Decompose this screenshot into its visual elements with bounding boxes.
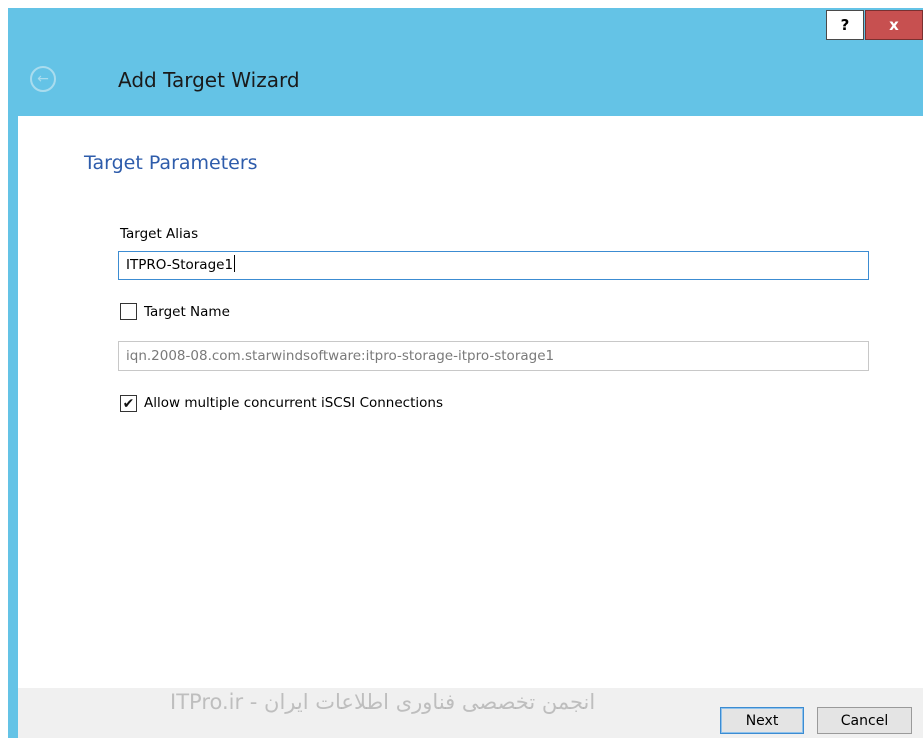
target-name-checkbox-label[interactable]: Target Name [144, 304, 230, 320]
cancel-button[interactable]: Cancel [817, 707, 912, 734]
help-button[interactable]: ? [826, 10, 864, 40]
next-button[interactable]: Next [720, 707, 804, 734]
page-heading: Target Parameters [84, 152, 258, 174]
target-name-input: iqn.2008-08.com.starwindsoftware:itpro-s… [118, 341, 869, 371]
concurrent-connections-label[interactable]: Allow multiple concurrent iSCSI Connecti… [144, 395, 443, 411]
back-arrow-icon: ← [37, 71, 49, 87]
wizard-header: ? x ← Add Target Wizard [8, 8, 923, 116]
wizard-window: ? x ← Add Target Wizard Target Parameter… [8, 8, 923, 738]
target-name-checkbox[interactable] [120, 303, 137, 320]
window-left-border [8, 8, 18, 738]
screen: ? x ← Add Target Wizard Target Parameter… [0, 0, 923, 738]
target-alias-input[interactable]: ITPRO-Storage1 [118, 251, 869, 280]
text-caret [234, 255, 236, 272]
back-button[interactable]: ← [30, 66, 56, 92]
target-alias-value: ITPRO-Storage1 [126, 257, 234, 273]
wizard-title: Add Target Wizard [118, 68, 300, 92]
target-alias-label: Target Alias [120, 226, 199, 242]
watermark-text: ITPro.ir - انجمن تخصصی فناوری اطلاعات ای… [170, 690, 596, 714]
checkmark-icon: ✔ [122, 395, 135, 412]
close-button[interactable]: x [865, 10, 923, 40]
concurrent-connections-checkbox[interactable]: ✔ [120, 395, 137, 412]
